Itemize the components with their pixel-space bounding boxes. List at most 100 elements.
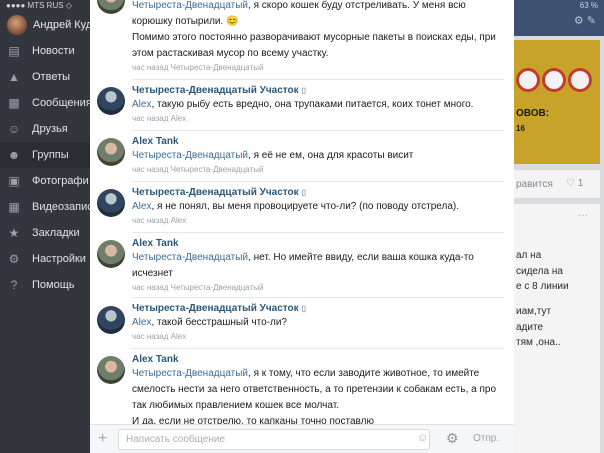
avatar[interactable]: [97, 356, 125, 384]
carrier-label: ●●●● MTS RUS ◇: [6, 1, 72, 10]
sidebar-item-label: Ответы: [32, 71, 71, 83]
comment-text: Четыреста-Двенадцатый, я её не ем, она д…: [132, 150, 414, 161]
sidebar-item-label: Новости: [32, 45, 75, 57]
gear-icon[interactable]: ⚙: [446, 430, 459, 447]
divider: [132, 181, 504, 182]
comment-author[interactable]: Alex Tank: [132, 354, 179, 365]
no-sign-icon: [568, 68, 592, 92]
sidebar-item-bookmarks[interactable]: ★ Закладки: [0, 220, 90, 246]
mobile-icon: ▯: [301, 188, 307, 197]
card-text: ОВОВ:: [516, 108, 550, 119]
sidebar-item-label: Фотографи: [32, 175, 89, 187]
comment-author[interactable]: Четыреста-Двенадцатый Участок ▯: [132, 85, 306, 96]
no-sign-icon: [516, 68, 540, 92]
sidebar-item-label: Закладки: [32, 227, 80, 239]
background-image-card[interactable]: ОВОВ: 16: [514, 40, 600, 164]
camera-icon: ▣: [8, 174, 20, 188]
sidebar-item-messages[interactable]: ▩ Сообщения: [0, 90, 92, 116]
comment-text: Четыреста-Двенадцатый, нет. Но имейте вв…: [132, 252, 474, 279]
sidebar-item-groups[interactable]: ☻ Группы: [0, 142, 90, 168]
sidebar-item-videos[interactable]: ▦ Видеозапис: [0, 194, 93, 220]
mobile-icon: ▯: [301, 86, 307, 95]
help-icon: ?: [10, 278, 18, 292]
comment-time: час назад Четыреста-Двенадцатый: [132, 165, 264, 174]
attach-icon[interactable]: +: [98, 430, 107, 448]
message-input-bar: + ☺ ⚙ Отпр.: [90, 424, 514, 453]
header-icons: ⚙ ✎: [573, 15, 596, 27]
sidebar-item-label: Группы: [32, 149, 69, 161]
post-line: сидела на: [516, 266, 563, 277]
sidebar-item-answers[interactable]: ▲ Ответы: [0, 64, 90, 90]
gear-icon: ⚙: [8, 252, 20, 266]
like-count: 1: [577, 178, 584, 189]
sidebar-item-news[interactable]: ▤ Новости: [0, 38, 90, 64]
comment-time: час назад Alex: [132, 216, 187, 225]
film-icon: ▦: [8, 200, 20, 214]
battery-label: 63 %: [579, 1, 598, 10]
avatar[interactable]: [97, 87, 125, 115]
avatar[interactable]: [97, 306, 125, 334]
comment-author[interactable]: Четыреста-Двенадцатый Участок ▯: [132, 187, 306, 198]
divider: [132, 130, 504, 131]
divider: [132, 348, 504, 349]
comment-author[interactable]: Alex Tank: [132, 136, 179, 147]
comment-time: час назад Четыреста-Двенадцатый: [132, 283, 264, 292]
comment-text: Alex, такую рыбу есть вредно, она трупак…: [132, 99, 474, 110]
sidebar: Андрей Куд ▤ Новости ▲ Ответы ▩ Сообщени…: [0, 0, 93, 453]
newspaper-icon: ▤: [8, 44, 20, 58]
mention-link[interactable]: Alex: [132, 201, 151, 212]
more-icon[interactable]: ···: [578, 210, 588, 221]
comment-input[interactable]: [118, 429, 430, 450]
sidebar-item-help[interactable]: ? Помощь: [0, 272, 90, 298]
comment-text: Alex, я не понял, вы меня провоцируете ч…: [132, 201, 460, 212]
avatar[interactable]: [97, 240, 125, 268]
avatar: [7, 15, 27, 35]
comment-text: Alex, такой бесстрашный что-ли?: [132, 317, 287, 328]
comment-time: час назад Alex: [132, 332, 187, 341]
person-icon: ☺: [7, 122, 21, 136]
sidebar-item-photos[interactable]: ▣ Фотографи: [0, 168, 90, 194]
sidebar-item-friends[interactable]: ☺ Друзья: [0, 116, 90, 142]
divider: [132, 79, 504, 80]
sidebar-item-label: Сообщения: [32, 97, 92, 109]
background-feed: ⚙ ✎ ОВОВ: 16 равится ♡ 1 ··· ал на сидел…: [514, 0, 604, 453]
mention-link[interactable]: Alex: [132, 317, 151, 328]
prohibition-signs: [516, 68, 594, 97]
post-line: иам,тут: [516, 306, 552, 317]
post-line: адите: [516, 322, 544, 333]
sidebar-user[interactable]: Андрей Куд: [0, 12, 93, 38]
mention-link[interactable]: Alex: [132, 99, 151, 110]
mention-link[interactable]: Четыреста-Двенадцатый: [132, 150, 248, 161]
background-post: ··· ал на сидела на е с 8 линии иам,тут …: [514, 204, 600, 453]
mention-link[interactable]: Четыреста-Двенадцатый: [132, 252, 248, 263]
heart-icon[interactable]: ♡ 1: [566, 178, 583, 189]
people-icon: ☻: [7, 148, 21, 162]
mobile-icon: ▯: [301, 304, 307, 313]
sidebar-item-label: Видеозапис: [32, 201, 93, 213]
post-line: е с 8 линии: [516, 281, 569, 292]
star-icon: ★: [8, 226, 20, 240]
like-strip: равится ♡ 1: [514, 170, 600, 198]
emoji-icon[interactable]: ☺: [417, 432, 428, 444]
comment-author[interactable]: Alex Tank: [132, 238, 179, 249]
post-line: ал на: [516, 250, 542, 261]
comments-panel: Четыреста-Двенадцатый, я скоро кошек буд…: [90, 0, 514, 453]
send-button[interactable]: Отпр.: [473, 433, 499, 444]
card-text: 16: [516, 124, 525, 133]
comment-time: час назад Alex: [132, 114, 187, 123]
comment-author[interactable]: Четыреста-Двенадцатый Участок ▯: [132, 303, 306, 314]
avatar[interactable]: [97, 138, 125, 166]
chat-bubbles-icon: ▩: [8, 96, 20, 110]
like-label[interactable]: равится: [516, 179, 553, 190]
no-sign-icon: [542, 68, 566, 92]
sidebar-item-settings[interactable]: ⚙ Настройки: [0, 246, 90, 272]
mention-link[interactable]: Четыреста-Двенадцатый: [132, 368, 248, 379]
user-name: Андрей Куд: [33, 19, 93, 31]
sidebar-item-label: Друзья: [32, 123, 68, 135]
comment-time: час назад Четыреста-Двенадцатый: [132, 63, 264, 72]
sidebar-item-label: Помощь: [32, 279, 75, 291]
sidebar-item-label: Настройки: [32, 253, 86, 265]
avatar[interactable]: [97, 189, 125, 217]
comment-text-part: Помимо этого постоянно разворачивают мус…: [132, 32, 496, 59]
status-bar: ●●●● MTS RUS ◇ 63 %: [0, 0, 604, 12]
